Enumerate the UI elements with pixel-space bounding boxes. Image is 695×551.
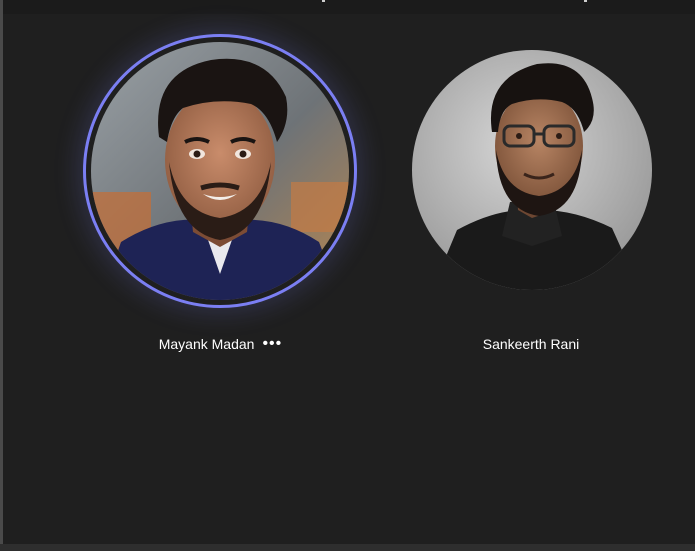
top-strip-mark (584, 0, 587, 2)
call-stage: Mayank Madan ••• Sankeerth Rani (3, 14, 695, 544)
window-bottom-edge (0, 544, 695, 551)
participant-name: Mayank Madan (158, 336, 255, 353)
participant-avatar (91, 42, 349, 300)
window-top-strip (0, 0, 695, 14)
avatar-photo-mayank (91, 42, 349, 300)
participant-avatar (412, 50, 652, 290)
participant-name: Sankeerth Rani (482, 336, 580, 353)
more-options-icon[interactable]: ••• (262, 335, 282, 353)
top-strip-mark (322, 0, 325, 2)
participant-name-row: Mayank Madan ••• (83, 334, 358, 353)
participant-name-row: Sankeerth Rani (406, 334, 656, 353)
avatar-photo-sankeerth (412, 50, 652, 290)
